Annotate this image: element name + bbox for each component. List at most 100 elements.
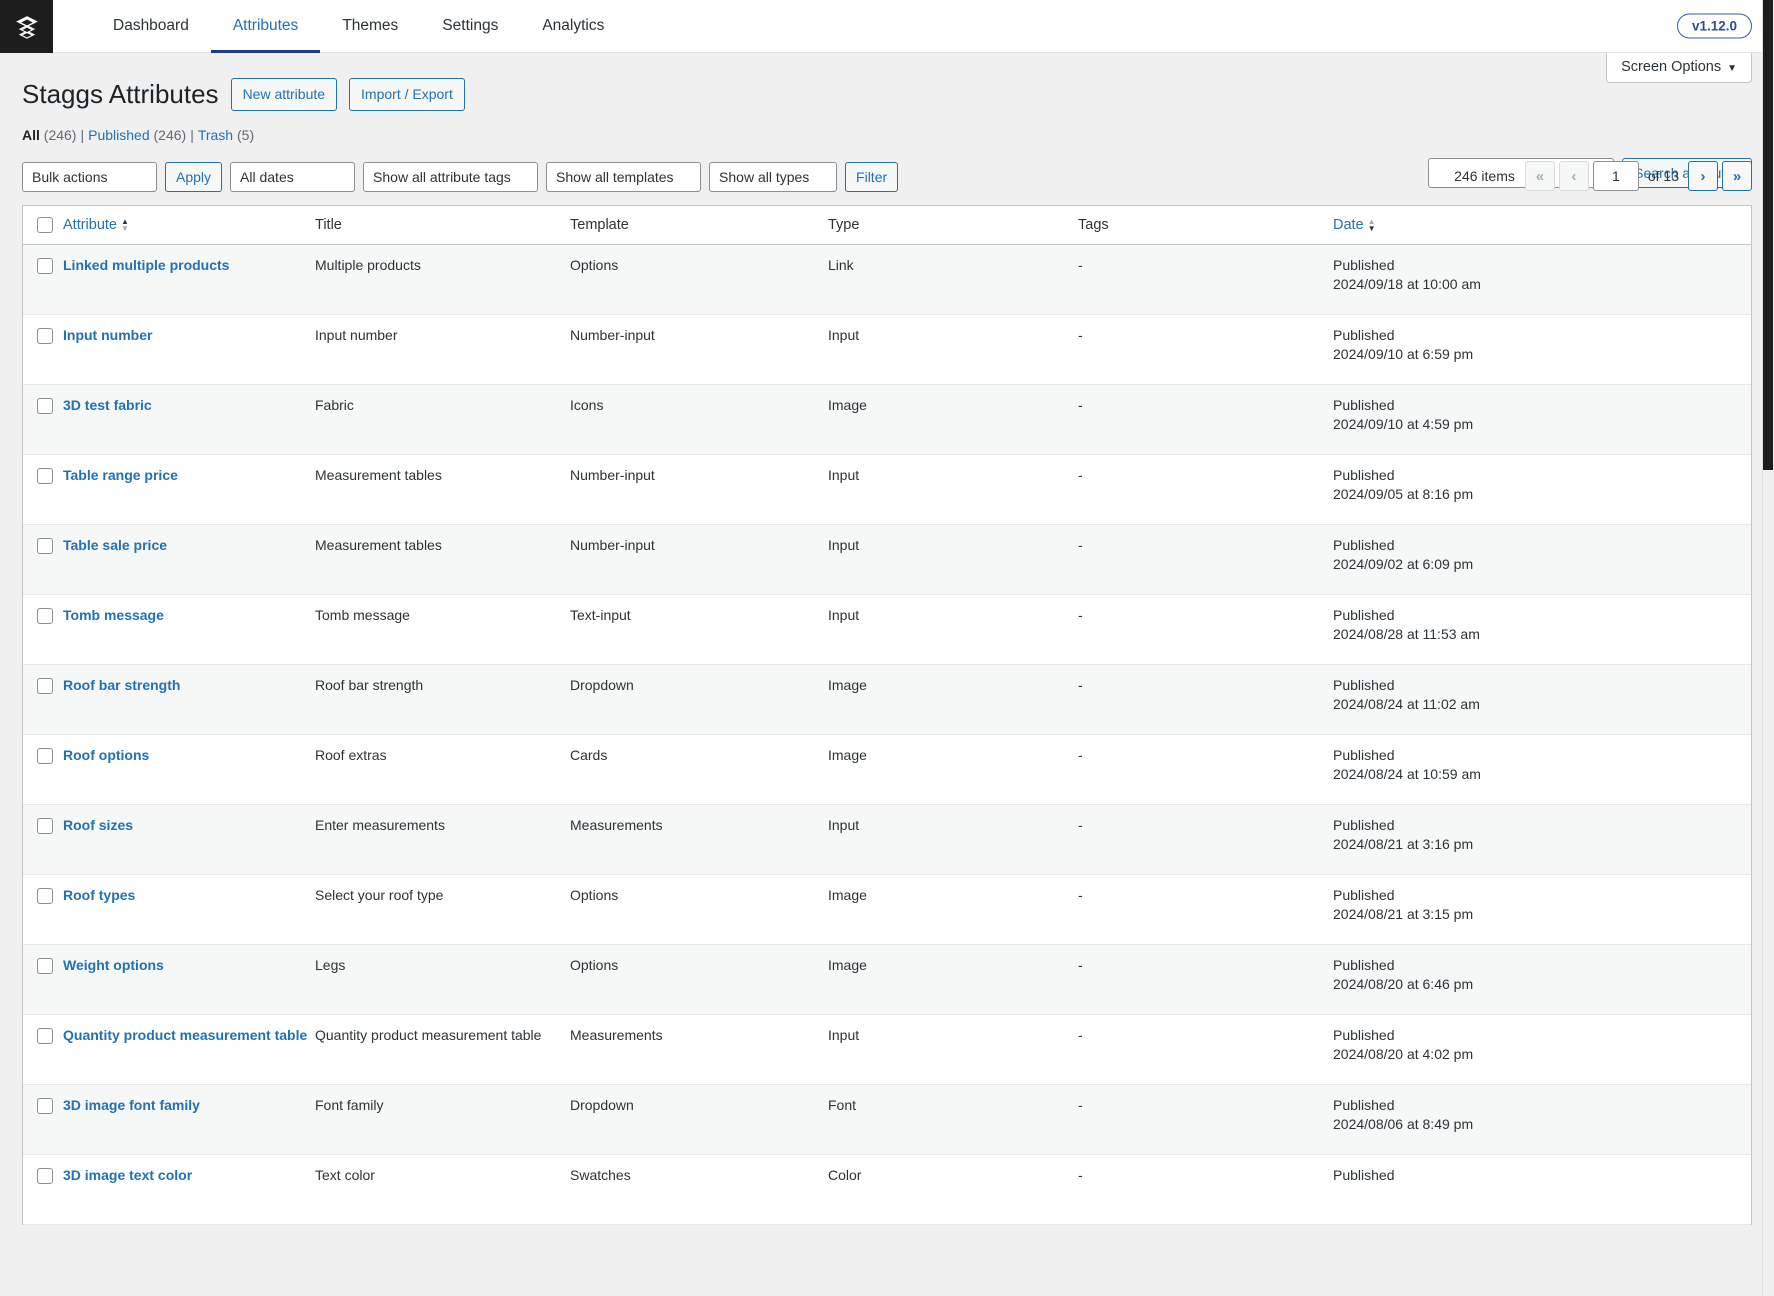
table-row[interactable]: Roof types Select your roof type Options Im…: [23, 874, 1751, 946]
sort-indicator-date[interactable]: ▲ ▼: [1368, 218, 1376, 233]
templates-select[interactable]: Show all templates: [546, 162, 702, 192]
attribute-link[interactable]: Table range price: [63, 467, 178, 483]
row-tags-cell: -: [1078, 594, 1333, 666]
date-filter-select[interactable]: All dates: [230, 162, 356, 192]
filter-button[interactable]: Filter: [845, 162, 899, 192]
nav-item-dashboard[interactable]: Dashboard: [91, 0, 211, 52]
screen-options-toggle[interactable]: Screen Options ▼: [1606, 53, 1752, 83]
row-tags-cell: -: [1078, 804, 1333, 876]
attribute-link[interactable]: 3D image font family: [63, 1097, 200, 1113]
row-date: 2024/09/18 at 10:00 am: [1333, 276, 1481, 293]
previous-page-button[interactable]: ‹: [1558, 161, 1589, 191]
table-row[interactable]: Roof options Roof extras Cards Image - Publis…: [23, 734, 1751, 806]
next-page-button[interactable]: ›: [1688, 161, 1718, 191]
row-tags-cell: -: [1078, 1014, 1333, 1086]
table-row[interactable]: Linked multiple products Multiple product…: [23, 244, 1751, 316]
table-row[interactable]: 3D test fabric Fabric Icons Image - Published…: [23, 384, 1751, 456]
row-status: Published: [1333, 607, 1395, 624]
attribute-link[interactable]: Linked multiple products: [63, 257, 229, 273]
attribute-link[interactable]: Quantity product measurement table: [63, 1027, 307, 1043]
row-type-cell: Input: [828, 524, 1078, 596]
row-checkbox[interactable]: [37, 398, 53, 415]
row-date: 2024/08/21 at 3:16 pm: [1333, 836, 1474, 853]
attribute-tags-select[interactable]: Show all attribute tags: [363, 162, 539, 192]
row-date-cell: Published 2024/08/24 at 10:59 am: [1333, 734, 1751, 806]
table-row[interactable]: Table sale price Measurement tables Number…: [23, 524, 1751, 596]
first-page-button[interactable]: «: [1524, 161, 1555, 191]
table-row[interactable]: Weight options Legs Options Image - Published…: [23, 944, 1751, 1016]
row-template-cell: Swatches: [570, 1154, 828, 1226]
new-attribute-button[interactable]: New attribute: [230, 78, 338, 111]
row-title-cell: Measurement tables: [315, 454, 570, 526]
row-checkbox[interactable]: [37, 1028, 53, 1045]
row-checkbox[interactable]: [37, 958, 53, 975]
column-header-template: Template: [570, 206, 828, 246]
view-link-trash[interactable]: Trash: [198, 127, 233, 143]
sort-date-link[interactable]: Date: [1333, 217, 1364, 233]
attribute-link[interactable]: Roof sizes: [63, 817, 133, 833]
table-row[interactable]: Roof sizes Enter measurements Measurements…: [23, 804, 1751, 876]
row-select-cell: [23, 1154, 63, 1226]
sort-attribute-link[interactable]: Attribute: [63, 217, 117, 233]
table-row[interactable]: Table range price Measurement tables Numbe…: [23, 454, 1751, 526]
row-checkbox[interactable]: [37, 608, 53, 625]
table-row[interactable]: Input number Input number Number-input Inpu…: [23, 314, 1751, 386]
table-row[interactable]: Roof bar strength Roof bar strength Dropdo…: [23, 664, 1751, 736]
row-date-cell: Published 2024/08/06 at 8:49 pm: [1333, 1084, 1751, 1156]
import-export-button[interactable]: Import / Export: [349, 78, 465, 111]
attribute-link[interactable]: Tomb message: [63, 607, 164, 623]
screen-options-label: Screen Options: [1621, 59, 1722, 75]
view-link-all[interactable]: All: [22, 127, 40, 143]
page-scrollbar-thumb[interactable]: [1763, 0, 1773, 470]
view-link-published[interactable]: Published: [88, 127, 150, 143]
nav-item-settings[interactable]: Settings: [420, 0, 520, 52]
attribute-link[interactable]: Roof bar strength: [63, 677, 180, 693]
row-checkbox[interactable]: [37, 818, 53, 835]
attribute-link[interactable]: Table sale price: [63, 537, 167, 553]
row-checkbox[interactable]: [37, 1098, 53, 1115]
row-date-cell: Published 2024/09/02 at 6:09 pm: [1333, 524, 1751, 596]
row-attribute-cell: Table sale price: [63, 524, 315, 596]
row-checkbox[interactable]: [37, 888, 53, 905]
page-header: Staggs Attributes New attribute Import /…: [22, 53, 1752, 111]
row-attribute-cell: Roof sizes: [63, 804, 315, 876]
table-row[interactable]: 3D image text color Text color Swatches Col…: [23, 1154, 1751, 1226]
last-page-button[interactable]: »: [1722, 161, 1752, 191]
row-title-cell: Tomb message: [315, 594, 570, 666]
attribute-link[interactable]: Roof options: [63, 747, 149, 763]
table-row[interactable]: Quantity product measurement table Quanti…: [23, 1014, 1751, 1086]
row-date-cell: Published: [1333, 1154, 1751, 1226]
apply-button[interactable]: Apply: [165, 162, 223, 192]
row-checkbox[interactable]: [37, 748, 53, 765]
table-row[interactable]: 3D image font family Font family Dropdown F…: [23, 1084, 1751, 1156]
version-badge[interactable]: v1.12.0: [1676, 13, 1752, 39]
attribute-link[interactable]: 3D image text color: [63, 1167, 192, 1183]
row-checkbox[interactable]: [37, 538, 53, 555]
row-checkbox[interactable]: [37, 1168, 53, 1185]
row-tags-cell: -: [1078, 524, 1333, 596]
all-dates-wrap: All dates: [230, 162, 356, 192]
nav-item-themes[interactable]: Themes: [320, 0, 420, 52]
row-date-cell: Published 2024/08/21 at 3:16 pm: [1333, 804, 1751, 876]
templates-wrap: Show all templates: [546, 162, 702, 192]
row-checkbox[interactable]: [37, 258, 53, 275]
types-select[interactable]: Show all types: [709, 162, 838, 192]
row-status: Published: [1333, 397, 1395, 414]
row-select-cell: [23, 874, 63, 946]
nav-item-attributes[interactable]: Attributes: [210, 0, 321, 53]
row-checkbox[interactable]: [37, 678, 53, 695]
row-title-cell: Multiple products: [315, 244, 570, 316]
attribute-link[interactable]: Roof types: [63, 887, 135, 903]
table-row[interactable]: Tomb message Tomb message Text-input Input -…: [23, 594, 1751, 666]
attribute-link[interactable]: Input number: [63, 327, 152, 343]
sort-indicator-attribute[interactable]: ▲ ▼: [121, 218, 129, 233]
row-checkbox[interactable]: [37, 328, 53, 345]
attribute-link[interactable]: Weight options: [63, 957, 164, 973]
select-all-checkbox[interactable]: [37, 217, 53, 234]
row-checkbox[interactable]: [37, 468, 53, 485]
attribute-link[interactable]: 3D test fabric: [63, 397, 152, 413]
nav-item-analytics[interactable]: Analytics: [520, 0, 626, 52]
app-logo[interactable]: [0, 0, 53, 53]
current-page-input[interactable]: [1592, 161, 1639, 191]
bulk-actions-select[interactable]: Bulk actions: [22, 162, 157, 192]
